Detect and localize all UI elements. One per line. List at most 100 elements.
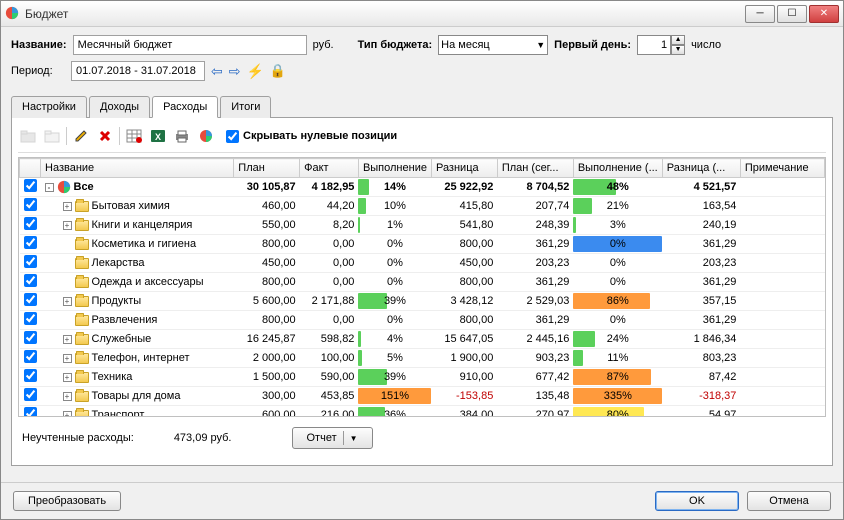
name-label: Название:	[11, 39, 67, 51]
tree-expander[interactable]: +	[63, 202, 72, 211]
row-checkbox[interactable]	[24, 198, 37, 211]
toolbar: X Скрывать нулевые позиции	[18, 124, 826, 153]
period-input[interactable]	[71, 61, 205, 81]
print-icon[interactable]	[172, 126, 192, 146]
row-checkbox[interactable]	[24, 217, 37, 230]
row-name: Лекарства	[92, 257, 145, 269]
table-row[interactable]: +Бытовая химия460,0044,2010%415,80207,74…	[20, 197, 825, 216]
table-icon[interactable]	[124, 126, 144, 146]
table-row[interactable]: +Техника1 500,00590,0039%910,00677,4287%…	[20, 368, 825, 387]
tree-expander[interactable]: -	[45, 183, 54, 192]
row-name: Телефон, интернет	[92, 352, 190, 364]
tab-3[interactable]: Итоги	[220, 96, 271, 118]
folder-open-icon	[42, 126, 62, 146]
tree-expander[interactable]: +	[63, 335, 72, 344]
hide-zero-input[interactable]	[226, 130, 239, 143]
table-row[interactable]: Лекарства450,000,000%450,00203,230%203,2…	[20, 254, 825, 273]
name-input[interactable]	[73, 35, 307, 55]
column-header[interactable]: План	[234, 159, 300, 178]
column-header[interactable]: Примечание	[740, 159, 824, 178]
folder-icon	[75, 410, 89, 418]
row-checkbox[interactable]	[24, 331, 37, 344]
row-name: Бытовая химия	[92, 200, 170, 212]
row-checkbox[interactable]	[24, 179, 37, 192]
edit-icon[interactable]	[71, 126, 91, 146]
excel-icon[interactable]: X	[148, 126, 168, 146]
row-name: Продукты	[92, 295, 142, 307]
table-row[interactable]: +Книги и канцелярия550,008,201%541,80248…	[20, 216, 825, 235]
folder-icon	[75, 258, 89, 269]
column-header[interactable]: План (сег...	[497, 159, 573, 178]
first-day-spinner[interactable]: ▲ ▼	[637, 35, 685, 55]
cancel-button[interactable]: Отмена	[747, 491, 831, 511]
column-header[interactable]: Разница	[431, 159, 497, 178]
row-checkbox[interactable]	[24, 293, 37, 306]
row-checkbox[interactable]	[24, 407, 37, 417]
row-checkbox[interactable]	[24, 274, 37, 287]
row-name: Косметика и гигиена	[92, 238, 197, 250]
tree-expander[interactable]: +	[63, 221, 72, 230]
table-row[interactable]: +Транспорт600,00216,0036%384,00270,9780%…	[20, 406, 825, 418]
column-header[interactable]: Выполнение (...	[573, 159, 662, 178]
first-day-input[interactable]	[637, 35, 671, 55]
table-row[interactable]: Косметика и гигиена800,000,000%800,00361…	[20, 235, 825, 254]
tab-2[interactable]: Расходы	[152, 96, 218, 118]
spinner-up-button[interactable]: ▲	[671, 35, 685, 45]
row-name: Все	[74, 181, 94, 193]
row-name: Книги и канцелярия	[92, 219, 193, 231]
row-checkbox[interactable]	[24, 236, 37, 249]
row-checkbox[interactable]	[24, 350, 37, 363]
table-row[interactable]: Развлечения800,000,000%800,00361,290%361…	[20, 311, 825, 330]
transform-button[interactable]: Преобразовать	[13, 491, 121, 511]
folder-icon	[75, 353, 89, 364]
spinner-down-button[interactable]: ▼	[671, 45, 685, 55]
lightning-icon[interactable]: ⚡	[246, 63, 263, 80]
table-row[interactable]: Одежда и аксессуары800,000,000%800,00361…	[20, 273, 825, 292]
table-row[interactable]: +Продукты5 600,002 171,8839%3 428,122 52…	[20, 292, 825, 311]
column-header[interactable]: Выполнение	[358, 159, 431, 178]
tree-expander[interactable]: +	[63, 354, 72, 363]
row-checkbox[interactable]	[24, 312, 37, 325]
row-checkbox[interactable]	[24, 255, 37, 268]
column-header[interactable]: Название	[41, 159, 234, 178]
folder-icon	[75, 239, 89, 250]
column-header[interactable]: Факт	[300, 159, 359, 178]
tree-expander	[63, 278, 72, 287]
app-icon	[5, 6, 21, 22]
folder-icon	[75, 220, 89, 231]
chart-icon[interactable]	[196, 126, 216, 146]
type-label: Тип бюджета:	[358, 39, 433, 51]
app-icon	[57, 180, 71, 194]
folder-icon	[75, 296, 89, 307]
next-period-icon[interactable]: ⇨	[229, 63, 241, 80]
first-day-label: Первый день:	[554, 39, 631, 51]
prev-period-icon[interactable]: ⇦	[211, 63, 223, 80]
window-title: Бюджет	[25, 7, 745, 21]
delete-icon[interactable]	[95, 126, 115, 146]
budget-type-select[interactable]: На месяц ▼	[438, 35, 548, 55]
first-day-suffix: число	[691, 39, 721, 51]
table-row[interactable]: +Товары для дома300,00453,85151%-153,851…	[20, 387, 825, 406]
tree-expander	[63, 259, 72, 268]
ok-button[interactable]: OK	[655, 491, 739, 511]
tab-0[interactable]: Настройки	[11, 96, 87, 118]
column-header[interactable]: Разница (...	[662, 159, 740, 178]
hide-zero-checkbox[interactable]: Скрывать нулевые позиции	[226, 130, 397, 143]
tree-expander[interactable]: +	[63, 297, 72, 306]
expenses-table: НазваниеПланФактВыполнениеРазницаПлан (с…	[19, 158, 825, 417]
minimize-button[interactable]: ─	[745, 5, 775, 23]
report-button[interactable]: Отчет ▼	[292, 427, 373, 449]
table-row[interactable]: +Телефон, интернет2 000,00100,005%1 900,…	[20, 349, 825, 368]
lock-icon[interactable]: 🔒	[270, 63, 286, 79]
tree-expander[interactable]: +	[63, 392, 72, 401]
close-button[interactable]: ✕	[809, 5, 839, 23]
tree-expander	[63, 240, 72, 249]
folder-icon	[75, 277, 89, 288]
table-row[interactable]: +Служебные16 245,87598,824%15 647,052 44…	[20, 330, 825, 349]
row-checkbox[interactable]	[24, 388, 37, 401]
tree-expander[interactable]: +	[63, 373, 72, 382]
tab-1[interactable]: Доходы	[89, 96, 150, 118]
row-checkbox[interactable]	[24, 369, 37, 382]
maximize-button[interactable]: ☐	[777, 5, 807, 23]
table-row[interactable]: -Все30 105,874 182,9514%25 922,928 704,5…	[20, 178, 825, 197]
